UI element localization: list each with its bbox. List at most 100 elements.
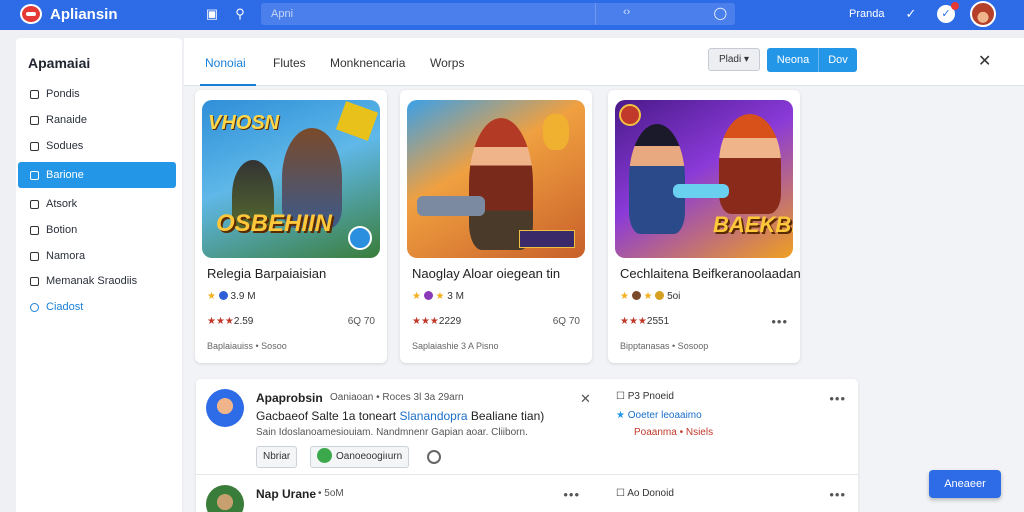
badge-dot-icon [655,291,665,300]
side-info-tags: Poaanma • Nsiels [634,427,714,438]
post-avatar[interactable] [206,389,244,427]
star-icon: ★ [620,291,629,302]
search-submit-icon[interactable]: ◯ [714,6,727,20]
side-info-text: Ooeter leoaaimo [627,410,702,421]
active-tab-indicator [200,84,256,86]
game-card[interactable]: Naoglay Aloar oiegean tin ★ ★ 3 M ★★★222… [400,90,592,363]
primary-button-right[interactable]: Dov [819,48,857,72]
game-subline: Bipptanasas • Sosoop [620,341,709,351]
square-icon [30,277,39,286]
rating-value: 5oi [667,291,681,302]
search-icon[interactable]: ⚲ [232,6,248,22]
sidebar-item-label: Atsork [46,198,78,210]
sidebar-item-botion[interactable]: Botion [18,217,176,243]
hero-figure [719,114,781,214]
side-info: ☐ Ao Donoid [616,488,674,499]
sidebar-item-ranaide[interactable]: Ranaide [18,107,176,133]
post-avatar[interactable] [206,485,244,512]
post-meta: Oaniaoan • Roces 3l 3a 29arn [330,392,464,403]
grid-icon[interactable]: ▣ [204,6,220,22]
sidebar-item-label: Ciadost [46,301,84,313]
checkbox-icon[interactable]: ☐ [616,391,625,402]
post-heading: Gacbaeof Salte 1a toneart Slanandopra Be… [256,409,544,423]
game-thumbnail[interactable]: BAEKBIO [615,100,793,258]
more-options-icon[interactable]: ••• [829,391,846,406]
star-icon: ★ [435,291,445,302]
post-heading-text: Bealiane tian) [470,409,545,423]
tab-bar: Nonoiai Flutes Monknencaria Worps Pladi … [184,38,1024,86]
badge-icon [348,226,372,250]
more-options-icon[interactable]: ••• [829,487,846,502]
badge-dot-icon [218,291,228,300]
rating-value: 3 M [447,291,464,302]
filter-dropdown[interactable]: Pladi ▾ [708,48,760,71]
sidebar-item-pondis[interactable]: Pondis [18,81,176,107]
post-author[interactable]: Nap Urane [256,487,316,501]
square-icon [30,142,39,151]
post-meta: • 5oM [318,488,344,499]
game-title[interactable]: Naoglay Aloar oiegean tin [412,266,560,281]
user-avatar[interactable] [970,1,996,27]
blaster-icon [673,184,729,198]
floating-action-button[interactable]: Aneaeer [929,470,1001,498]
game-card[interactable]: BAEKBIO Cechlaitena Beifkeranoolaadan ★ … [608,90,801,363]
sidebar-item-barione[interactable]: Barione [18,162,176,188]
primary-button-left[interactable]: Neona [767,48,819,72]
back-arrow-icon[interactable]: ‹› [623,6,630,18]
game-subline: Saplaiashie 3 A Pisno [412,341,499,351]
game-thumbnail[interactable] [407,100,585,258]
stats-value: 2229 [438,316,462,327]
help-icon[interactable]: ✓ [903,6,919,22]
game-title[interactable]: Cechlaitena Beifkeranoolaadan [620,266,801,281]
sidebar-item-ciadost[interactable]: Ciadost [18,294,176,320]
sidebar-item-sodues[interactable]: Sodues [18,133,176,159]
app-logo-icon[interactable] [20,4,42,24]
star-icon: ★★★ [207,316,234,327]
stats-value: 2551 [646,316,670,327]
game-thumbnail[interactable]: VHOSN OSBEHIIN [202,100,380,258]
game-card[interactable]: VHOSN OSBEHIIN Relegia Barpaiaisian ★ 3.… [195,90,387,363]
game-stats: ★★★2.59 [207,316,253,327]
side-info-link[interactable]: ★ Ooeter leoaaimo [616,410,702,421]
rating-value: 3.9 M [230,291,256,302]
play-icon [317,448,332,463]
more-options-icon[interactable]: ••• [563,487,580,502]
tab-flutes[interactable]: Flutes [273,56,306,70]
side-info-text: P3 Pnoeid [627,391,674,402]
badge-dot-icon [423,291,433,300]
star-icon: ★★★ [412,316,439,327]
post-author[interactable]: Apaprobsin [256,391,323,405]
primary-split-button[interactable]: Neona Dov [767,48,857,72]
sidebar-item-atsork[interactable]: Atsork [18,191,176,217]
feed-divider [196,474,858,475]
more-options-icon[interactable]: ••• [771,314,788,329]
sidebar-item-label: Memanak Sraodiis [46,275,138,287]
game-meta: 6Q 70 [347,316,375,327]
post-heading-link[interactable]: Slanandopra [399,409,467,423]
tab-nonoiai[interactable]: Nonoiai [205,56,246,70]
post-chip[interactable]: Nbriar [256,446,298,468]
sidebar-item-memanak[interactable]: Memanak Sraodiis [18,268,176,294]
close-icon[interactable]: ✕ [580,391,591,407]
post-heading-text: Gacbaeof Salte 1a toneart [256,409,397,423]
side-info-text: Ao Donoid [627,488,674,499]
game-stats: ★★★2229 [412,316,461,327]
game-title[interactable]: Relegia Barpaiaisian [207,266,326,281]
post-chip-green[interactable]: Oanoeoogiıurn [310,446,410,468]
star-icon: ★★★ [620,316,647,327]
sidebar-item-label: Ranaide [46,114,87,126]
game-subline: Baplaiauiss • Sosoo [207,341,287,351]
hero-figure [629,124,685,234]
tab-monknencaria[interactable]: Monknencaria [330,56,405,70]
post-body: Sain Idoslanoamesiouiam. Nandmnenr Gapia… [256,427,528,438]
refresh-icon[interactable] [427,450,441,464]
checkbox-icon[interactable]: ☐ [616,488,625,499]
sidebar-item-namora[interactable]: Namora [18,243,176,269]
arrow-icon [30,200,39,209]
search-input[interactable] [271,6,591,22]
tab-worps[interactable]: Worps [430,56,464,70]
topbar-user-link[interactable]: Pranda [849,8,884,20]
sidebar-item-label: Sodues [46,140,84,152]
close-icon[interactable]: ✕ [978,51,991,71]
text-icon [30,226,39,235]
